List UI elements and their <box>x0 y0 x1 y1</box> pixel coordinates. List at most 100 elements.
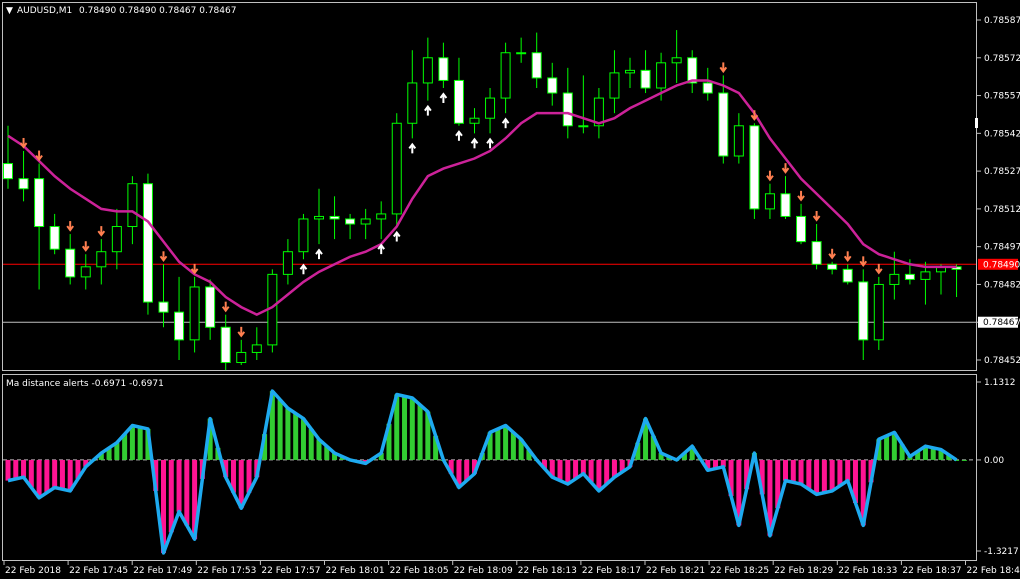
price-tick-label: 0.78557 <box>984 92 1020 102</box>
bear-candle <box>453 79 464 124</box>
bear-candle <box>858 281 869 341</box>
bear-candle <box>718 92 729 157</box>
positive-bar <box>961 459 967 461</box>
bear-candle <box>329 215 340 220</box>
bull-candle <box>422 57 433 84</box>
bull-candle <box>578 125 589 128</box>
negative-bar <box>829 459 835 491</box>
price-tick-label: 0.78452 <box>984 356 1020 366</box>
bear-candle <box>142 183 153 303</box>
bear-candle <box>780 193 791 217</box>
time-tick-label: 22 Feb 18:33 <box>838 566 897 576</box>
positive-bar <box>293 413 299 460</box>
bear-candle <box>65 248 76 278</box>
bull-candle <box>485 97 496 119</box>
osc-tick-label: 1.1312 <box>984 378 1016 388</box>
bear-candle <box>749 125 760 210</box>
osc-tick-label: -1.3217 <box>984 547 1019 557</box>
positive-bar <box>503 425 509 460</box>
bull-candle <box>764 193 775 210</box>
bear-candle <box>827 263 838 270</box>
osc-tick-label: 0.00 <box>984 456 1004 466</box>
price-tick-label: 0.78572 <box>984 54 1020 64</box>
time-tick-label: 22 Feb 18:21 <box>646 566 705 576</box>
negative-bar <box>5 459 11 481</box>
bull-candle <box>889 273 900 285</box>
bull-candle <box>314 215 324 220</box>
negative-bar <box>790 459 796 483</box>
bull-candle <box>298 218 309 253</box>
bull-candle <box>920 271 931 280</box>
bear-candle <box>904 273 915 280</box>
bull-candle <box>733 125 744 157</box>
negative-bar <box>168 459 174 533</box>
bull-candle <box>96 251 107 268</box>
time-tick-label: 22 Feb 17:49 <box>133 566 192 576</box>
bull-candle <box>469 117 480 124</box>
bear-candle <box>18 178 29 190</box>
bear-candle <box>796 215 807 243</box>
positive-bar <box>300 418 306 460</box>
symbol-label: AUDUSD,M1 <box>17 6 72 16</box>
bull-candle <box>609 72 620 99</box>
price-tick-label: 0.78587 <box>984 16 1020 26</box>
bull-candle <box>516 52 527 55</box>
bull-candle <box>111 226 122 253</box>
negative-bar <box>798 459 804 485</box>
negative-bar <box>176 459 182 512</box>
price-tick-label: 0.78512 <box>984 205 1020 215</box>
negative-bar <box>837 459 843 486</box>
price-tick-label: 0.78497 <box>984 243 1020 253</box>
bull-candle <box>391 122 402 215</box>
negative-bar <box>52 459 58 488</box>
bear-candle <box>640 69 651 89</box>
time-tick-label: 22 Feb 18:13 <box>518 566 577 576</box>
bear-candle <box>438 57 449 81</box>
bear-candle <box>547 77 558 94</box>
positive-bar <box>417 404 423 460</box>
positive-bar <box>510 432 516 460</box>
bull-candle <box>500 52 511 99</box>
bear-candle <box>34 178 45 228</box>
positive-bar <box>884 435 890 460</box>
negative-bar <box>21 459 27 478</box>
svg-text:0.78467: 0.78467 <box>983 318 1020 328</box>
bull-candle <box>873 283 884 341</box>
chart-shift-marker[interactable] <box>975 118 978 128</box>
bull-candle <box>236 351 247 364</box>
time-tick-label: 22 Feb 18:29 <box>774 566 833 576</box>
bull-candle <box>625 69 635 74</box>
bear-candle <box>49 226 60 250</box>
positive-bar <box>277 399 283 460</box>
bull-candle <box>376 213 387 220</box>
time-tick-label: 22 Feb 18:01 <box>326 566 385 576</box>
positive-bar <box>495 428 501 460</box>
time-tick-label: 22 Feb 17:57 <box>261 566 320 576</box>
bull-candle <box>80 266 91 278</box>
bull-candle <box>671 57 682 64</box>
dropdown-triangle-icon[interactable]: ▼ <box>6 6 13 16</box>
bear-candle <box>531 52 542 79</box>
bull-candle <box>360 218 371 225</box>
hline-price-tag: 0.78467 <box>978 316 1020 328</box>
positive-bar <box>402 396 408 460</box>
bear-candle <box>205 286 216 328</box>
negative-bar <box>821 459 827 493</box>
negative-bar <box>783 459 788 481</box>
time-tick-label: 22 Feb 18:37 <box>902 566 961 576</box>
negative-bar <box>596 459 602 491</box>
bear-candle <box>345 218 356 225</box>
bull-candle <box>251 344 262 353</box>
ohlc-readout: 0.78490 0.78490 0.78467 0.78467 <box>79 6 236 16</box>
bear-candle <box>687 57 698 84</box>
trading-chart[interactable]: ▼ AUDUSD,M1 0.78490 0.78490 0.78467 0.78… <box>0 0 1020 579</box>
negative-bar <box>36 459 42 498</box>
indicator-title: Ma distance alerts -0.6971 -0.6971 <box>6 379 164 389</box>
bear-candle <box>842 268 853 283</box>
negative-bar <box>580 459 586 474</box>
time-tick-label: 22 Feb 18:25 <box>710 566 769 576</box>
bear-candle <box>3 163 13 180</box>
bear-candle <box>811 241 822 265</box>
time-tick-label: 22 Feb 18:17 <box>582 566 641 576</box>
positive-bar <box>409 397 415 460</box>
